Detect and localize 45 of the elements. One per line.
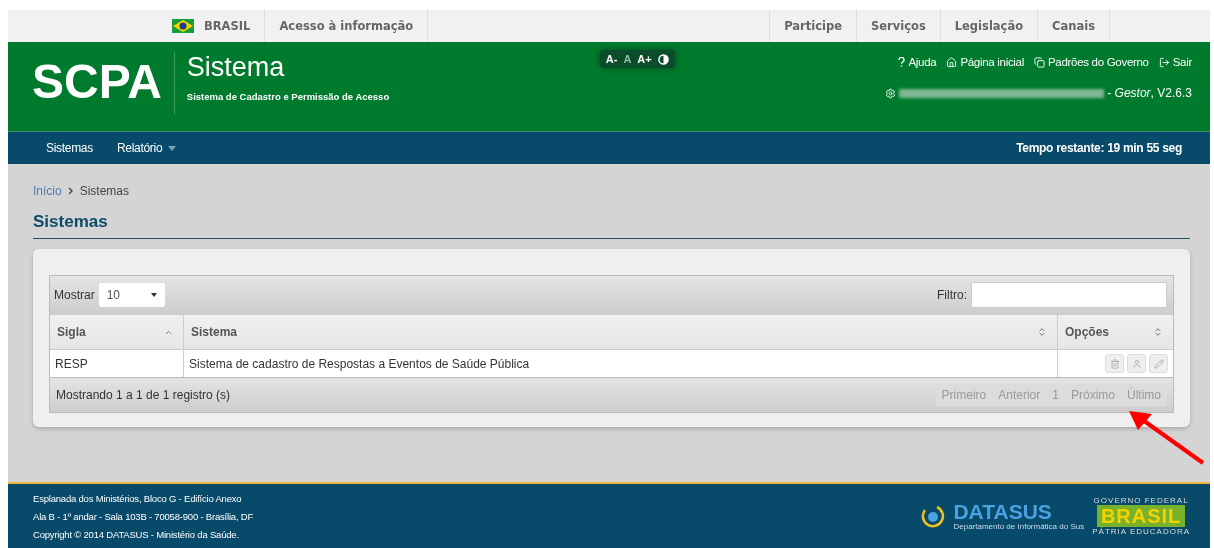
user-role: - Gestor, V2.6.3 bbox=[1107, 86, 1192, 100]
column-header[interactable]: Sigla bbox=[50, 315, 183, 349]
table-info: Mostrando 1 a 1 de 1 registro (s) bbox=[56, 388, 231, 402]
caret-icon bbox=[150, 293, 157, 297]
chevron-right-icon bbox=[67, 187, 74, 195]
question-icon bbox=[898, 57, 906, 67]
footer-text: Copyright © 2014 DATASUS - Ministério da Saúde. bbox=[33, 528, 240, 540]
header-link[interactable]: Ajuda bbox=[898, 56, 937, 68]
page-title: Sistemas bbox=[33, 212, 1190, 239]
app-subtitle: Sistema de Cadastro e Permissão de Acesso bbox=[186, 91, 390, 102]
filter-label: Filtro: bbox=[937, 288, 967, 302]
header-link[interactable]: Sair bbox=[1158, 56, 1192, 68]
header-link[interactable]: Padrões do Governo bbox=[1034, 56, 1149, 68]
breadcrumb-link[interactable]: Início bbox=[33, 184, 62, 198]
brasil-logo: BRASIL bbox=[1096, 505, 1186, 527]
page-size-select[interactable]: 10 bbox=[98, 283, 165, 307]
font-size-button[interactable]: A+ bbox=[637, 53, 652, 65]
footer-text: Esplanada dos Ministérios, Bloco G - Edifício Anexo bbox=[33, 492, 243, 504]
contrast-icon[interactable] bbox=[657, 53, 669, 65]
user-icon bbox=[1131, 358, 1142, 369]
session-timer: Tempo restante: 19 min 55 seg bbox=[1016, 141, 1182, 155]
font-size-button[interactable]: A- bbox=[605, 53, 618, 65]
gov-text: GOVERNO FEDERAL bbox=[1093, 496, 1189, 505]
datasus-tagline: Departamento de Informática do Sus bbox=[953, 522, 1085, 531]
trash-icon bbox=[1109, 358, 1120, 369]
show-label: Mostrar bbox=[54, 288, 95, 302]
pencil-icon bbox=[1153, 358, 1164, 369]
app-title: Sistema bbox=[186, 52, 286, 83]
filter-field[interactable] bbox=[971, 282, 1167, 308]
docs-icon bbox=[1034, 56, 1045, 68]
exit-icon bbox=[1158, 56, 1170, 68]
flag-icon bbox=[172, 19, 194, 33]
gov-text: PÁTRIA EDUCADORA bbox=[1092, 527, 1190, 536]
footer-text: Ala B - 1º andar - Sala 103B - 70058-900 - Brasília, DF bbox=[33, 510, 254, 522]
home-icon bbox=[946, 56, 958, 68]
table-cell-text: RESP bbox=[54, 355, 89, 373]
datasus-logo-icon bbox=[921, 504, 946, 528]
header-link[interactable]: Página inicial bbox=[946, 56, 1024, 68]
nav-item[interactable]: Sistemas bbox=[46, 141, 93, 155]
font-size-button[interactable]: A bbox=[623, 53, 632, 65]
settings-icon[interactable] bbox=[885, 87, 897, 99]
datasus-logo: DATASUS bbox=[953, 501, 1053, 522]
breadcrumb-current: Sistemas bbox=[79, 184, 130, 198]
logo: SCPA bbox=[32, 54, 163, 110]
nav-item[interactable]: Relatório bbox=[116, 141, 177, 155]
